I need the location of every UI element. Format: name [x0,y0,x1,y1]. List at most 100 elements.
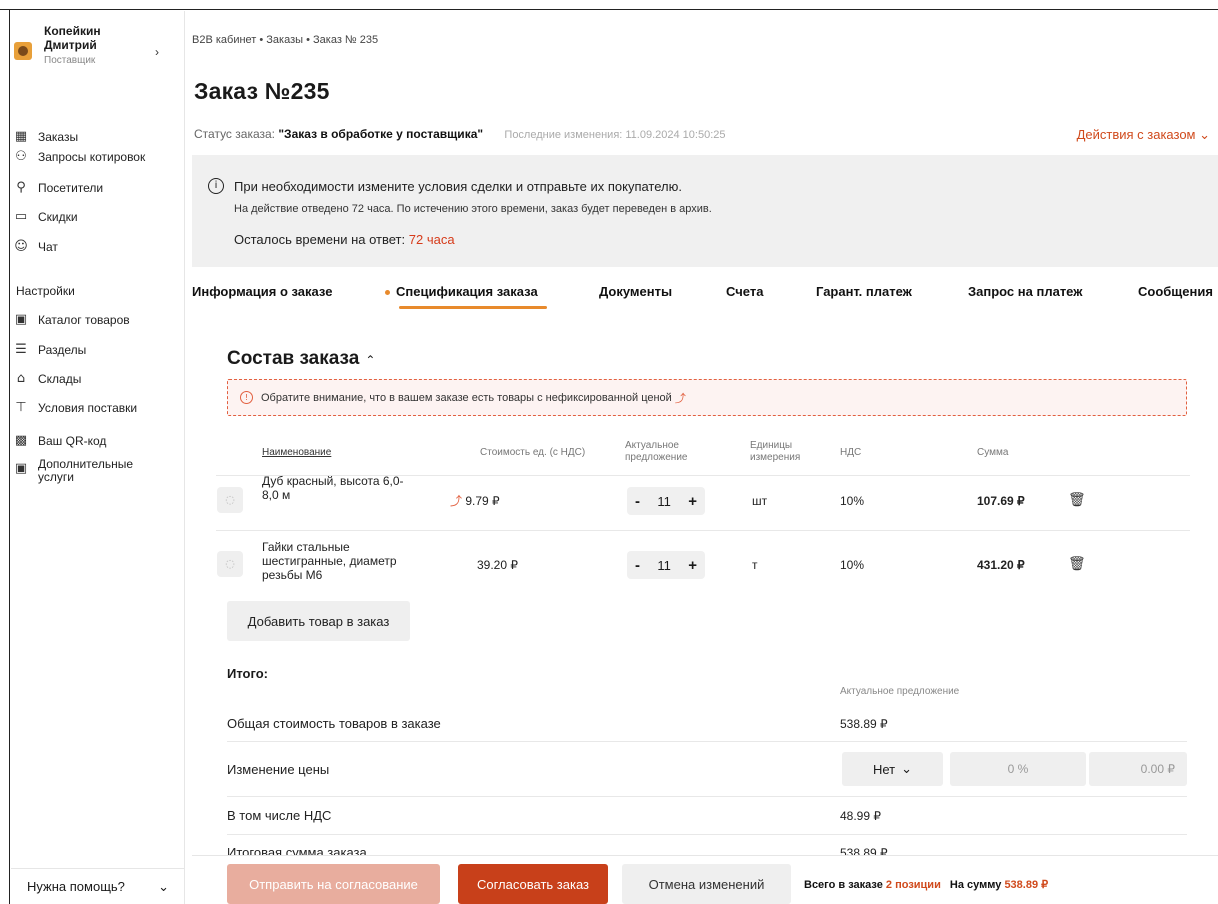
add-product-button[interactable]: Добавить товар в заказ [227,601,410,641]
sidebar-item-label: Склады [38,372,82,386]
notice-subtext: На действие отведено 72 часа. По истечен… [234,203,712,215]
order-tabs: Информация о заказе Спецификация заказа … [192,284,1218,314]
notice-panel: i При необходимости измените условия сде… [192,155,1218,267]
trash-icon[interactable]: 🗑 [1068,556,1086,572]
sidebar-item-visitors[interactable]: ⚲ Посетители [14,178,103,198]
goods-total-label: Общая стоимость товаров в заказе [227,716,441,731]
composition-title-text: Состав заказа [227,348,360,369]
quantity-value[interactable]: 11 [657,558,671,573]
product-image-placeholder: ◌ [217,487,243,513]
product-name: Дуб красный, высота 6,0- [262,474,404,488]
tab-documents[interactable]: Документы [599,284,672,299]
header-line: измерения [750,452,801,463]
tab-payment-request[interactable]: Запрос на платеж [968,284,1082,299]
sum-label: На сумму [949,879,1002,891]
cancel-changes-button[interactable]: Отмена изменений [622,864,791,904]
tab-order-info[interactable]: Информация о заказе [192,284,332,299]
avatar[interactable] [14,42,32,60]
sidebar-item-label: Ваш QR-код [38,434,107,448]
sections-icon: ☰ [15,342,27,357]
price-chart-icon[interactable]: ⤴ [450,494,462,508]
header-line: Актуальное [625,440,679,451]
sidebar-item-delivery[interactable]: ⊤ Условия поставки [14,398,137,418]
sidebar-item-catalog[interactable]: ▣ Каталог товаров [14,310,130,330]
product-sum: 431.20 ₽ [977,558,1025,572]
chevron-right-icon[interactable]: › [155,45,159,59]
order-summary: Всего в заказе 2 позиции На сумму 538.89… [804,878,1048,891]
sidebar-item-label: Запросы котировок [38,150,146,164]
chevron-down-icon: ⌄ [158,878,169,894]
delivery-icon: ⊤ [15,400,27,415]
header-line: предложение [625,452,688,463]
decrement-button[interactable]: - [635,557,640,574]
tab-guarantee[interactable]: Гарант. платеж [816,284,912,299]
qr-icon: ▩ [14,433,28,448]
product-name: резьбы М6 [262,568,323,582]
sidebar-item-label: Условия поставки [38,401,138,415]
divider [227,741,1187,742]
increment-button[interactable]: + [688,557,697,574]
product-vat: 10% [840,558,865,572]
composition-title[interactable]: Состав заказа ⌃ [227,348,375,370]
window-top-border [0,0,1218,10]
discounts-icon: ▭ [14,209,28,224]
info-icon: i [208,178,224,194]
help-dropdown[interactable]: Нужна помощь? ⌄ [11,868,185,904]
sum-value: 538.89 ₽ [1004,879,1049,891]
status-value: "Заказ в обработке у поставщика" [278,127,484,141]
help-label: Нужна помощь? [27,879,125,894]
breadcrumb[interactable]: B2B кабинет • Заказы • Заказ № 235 [192,34,378,46]
summary-label: Всего в заказе [804,879,883,891]
divider [216,530,1190,531]
sidebar-item-label: Посетители [38,181,104,195]
tab-messages[interactable]: Сообщения [1138,284,1213,299]
decrement-button[interactable]: - [635,493,640,510]
product-name: Гайки стальные [262,540,350,554]
sidebar-item-services[interactable]: ▣ Дополнительные услуги [14,458,138,490]
increment-button[interactable]: + [688,493,697,510]
product-vat: 10% [840,494,865,508]
col-header-actual: Актуальное предложение [625,440,687,464]
chevron-down-icon: ⌄ [901,761,913,776]
user-name[interactable]: Копейкин Дмитрий [44,24,144,52]
price-change-select[interactable]: Нет ⌄ [842,752,943,786]
sidebar-item-qr[interactable]: ▩ Ваш QR-код [14,431,107,451]
price-change-amount-input[interactable]: 0.00 ₽ [1089,752,1187,786]
page-title: Заказ №235 [194,78,330,104]
sidebar-item-warehouses[interactable]: ⌂ Склады [14,369,82,389]
sidebar-item-orders[interactable]: ▦ Заказы [14,127,78,147]
col-header-name[interactable]: Наименование [262,447,331,459]
trash-icon[interactable]: 🗑 [1068,492,1086,508]
price-change-percent-input[interactable]: 0 % [950,752,1086,786]
sidebar-item-discounts[interactable]: ▭ Скидки [14,207,78,227]
tab-specification[interactable]: Спецификация заказа [385,284,538,299]
sidebar-item-label: Чат [38,240,58,254]
table-row: Гайки стальные шестигранные, диаметр рез… [262,540,422,582]
send-for-approval-button[interactable]: Отправить на согласование [227,864,440,904]
goods-total-value: 538.89 ₽ [840,717,888,731]
sidebar-item-label: Каталог товаров [38,313,130,327]
totals-title: Итого: [227,666,268,681]
tab-label: Спецификация заказа [396,284,538,299]
product-sum: 107.69 ₽ [977,494,1025,508]
approve-order-button[interactable]: Согласовать заказ [458,864,608,904]
notice-timer: Осталось времени на ответ: 72 часа [234,232,455,247]
active-tab-underline [399,306,547,309]
price-value: 9.79 ₽ [465,494,500,508]
price-chart-icon[interactable]: ⤴ [675,390,686,406]
product-name: 8,0 м [262,488,291,502]
catalog-icon: ▣ [14,312,28,327]
order-actions-dropdown[interactable]: Действия с заказом ⌄ [1077,127,1210,143]
chat-icon: ☺ [14,239,28,254]
divider [227,834,1187,835]
sidebar-item-chat[interactable]: ☺ Чат [14,237,58,257]
sidebar-item-sections[interactable]: ☰ Разделы [14,340,86,360]
timer-value: 72 часа [408,232,455,247]
last-changed: Последние изменения: 11.09.2024 10:50:25 [504,129,726,141]
product-price: ⤴ 9.79 ₽ [450,494,500,508]
footer-bar: Отправить на согласование Согласовать за… [192,855,1218,904]
quantity-stepper: - 11 + [627,487,705,515]
sidebar-item-quotes[interactable]: ⚇ Запросы котировок [14,147,145,167]
quantity-value[interactable]: 11 [657,494,671,509]
tab-invoices[interactable]: Счета [726,284,763,299]
